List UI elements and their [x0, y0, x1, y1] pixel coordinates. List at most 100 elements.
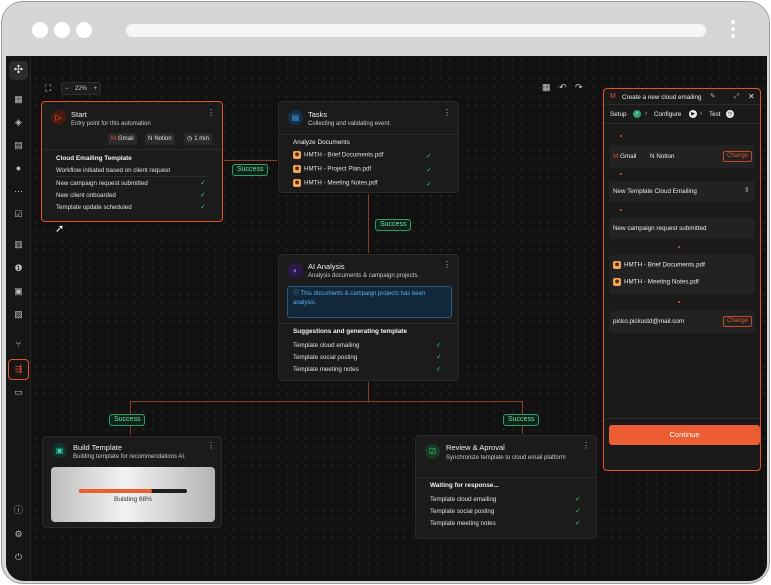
clipboard-check-icon: ☑ [425, 444, 440, 459]
logo-icon[interactable]: ✣ [9, 61, 28, 80]
notion-chip: N Notion [650, 153, 675, 160]
email-value: picko.pickostd@mail.com [613, 318, 685, 325]
section-heading: Suggestions and generating template [293, 328, 407, 335]
divider [416, 477, 596, 478]
node-menu-icon[interactable]: ⋮ [582, 442, 590, 450]
duration-tag: ◷ 1 min [184, 133, 212, 145]
browser-chrome [2, 2, 769, 56]
trigger-field[interactable]: New campaign request submitted [609, 218, 755, 239]
node-subtitle: Analysis documents & campaign projects. [308, 273, 420, 279]
step-setup[interactable]: Setup [610, 111, 626, 118]
start-node[interactable]: ▷ Start Entry point for this automation … [41, 101, 223, 222]
step-dot [620, 209, 622, 211]
notion-icon: N [148, 136, 153, 142]
progress-track [79, 489, 187, 493]
file-item: ⬢ HMTH - Brief Documents.pdf [293, 151, 384, 159]
node-subtitle: Collecting and validating event. [308, 121, 392, 127]
workflow-icon[interactable]: ⇶ [8, 359, 29, 380]
list-item: Template meeting notes [293, 366, 359, 373]
step-test[interactable]: Test [709, 111, 721, 118]
check-icon: ✓ [426, 167, 432, 174]
close-icon[interactable]: ✕ [748, 92, 755, 101]
zoom-out-button[interactable]: − [65, 86, 69, 92]
app-selector[interactable]: M Gmail N Notion Change [609, 145, 755, 168]
check-icon: ✓ [436, 366, 442, 373]
success-badge: Success [503, 414, 540, 426]
success-badge: Success [232, 164, 269, 176]
browser-menu-icon[interactable] [731, 20, 735, 40]
section-heading: Analyze Documents [293, 139, 350, 146]
info-icon: ⓘ [293, 291, 301, 297]
info-icon[interactable]: ⓘ [12, 504, 25, 517]
connector [223, 160, 278, 161]
template-select[interactable]: New Template Cloud Emailing ⇕ [609, 181, 755, 202]
zoom-level: 22% [74, 85, 87, 92]
cursor-icon: ➚ [55, 223, 65, 235]
workflow-canvas[interactable]: ⛶ − 22% + ▦ ↶ ↷ Success Success Success … [31, 56, 767, 581]
continue-button[interactable]: Continue [609, 425, 760, 445]
tasks-node[interactable]: ▤ Tasks Collecting and validating event.… [278, 101, 459, 193]
build-template-node[interactable]: ▣ Build Template Building template for r… [42, 436, 222, 528]
window-dot[interactable] [54, 22, 70, 38]
step-dot [678, 246, 680, 248]
section-heading: Cloud Emailing Template [56, 155, 132, 162]
step-configure[interactable]: Configure [654, 111, 681, 118]
list-item: Template update scheduled [56, 204, 132, 211]
node-menu-icon[interactable]: ⋮ [443, 261, 451, 269]
power-icon[interactable]: ⏻ [12, 551, 25, 564]
zoom-control[interactable]: − 22% + [61, 82, 101, 95]
check-icon: ✓ [575, 508, 581, 515]
file-item: ⬢ HMTH - Meeting Notes.pdf [293, 179, 378, 187]
grid-icon[interactable]: ▦ [542, 82, 551, 93]
node-title: Tasks [308, 110, 328, 119]
fullscreen-icon[interactable]: ⛶ [45, 83, 51, 94]
progress-fill [79, 489, 153, 493]
tasks-icon: ▤ [288, 110, 303, 125]
pdf-icon: ⬢ [293, 151, 301, 159]
node-subtitle: Synchronize template to cloud email plat… [446, 455, 566, 461]
sidebar: ✣ ▦ ◈ ▤ ● ⋯ ☑ ▥ ❶ ▣ ▨ ⑂ ⇶ ▭ ⓘ ⚙ ⏻ [6, 56, 31, 581]
play-icon: ▶ [689, 110, 697, 118]
node-menu-icon[interactable]: ⋮ [207, 109, 215, 117]
window-dot[interactable] [32, 22, 48, 38]
edit-icon[interactable]: ✎ [710, 93, 715, 100]
change-email-button[interactable]: Change [723, 316, 753, 327]
review-node[interactable]: ☑ Review & Aproval Synchronize template … [415, 435, 597, 539]
progress-label: Building 68% [114, 496, 152, 503]
expand-icon[interactable]: ⤢ [734, 93, 739, 101]
redo-icon[interactable]: ↷ [575, 82, 583, 93]
list-item: New campaign request submitted [56, 180, 148, 187]
email-field[interactable]: picko.pickostd@mail.com Change [609, 311, 755, 333]
node-subtitle: Entry point for this automation [71, 121, 151, 127]
clipboard-icon[interactable]: ▣ [12, 285, 25, 298]
ai-analysis-node[interactable]: ◐ AI Analysis Analysis documents & campa… [278, 254, 459, 381]
change-apps-button[interactable]: Change [723, 151, 753, 162]
more-icon[interactable]: ⋯ [12, 185, 25, 198]
undo-icon[interactable]: ↶ [559, 82, 567, 93]
node-menu-icon[interactable]: ⋮ [207, 442, 215, 450]
dashboard-icon[interactable]: ▦ [12, 93, 25, 106]
chevron-right-icon: › [645, 110, 648, 117]
checklist-icon[interactable]: ☑ [12, 208, 25, 221]
file-list[interactable]: ⬢ HMTH - Brief Documents.pdf ⬢ HMTH - Meet… [609, 255, 755, 294]
settings-icon[interactable]: ⚙ [12, 528, 25, 541]
zoom-in-button[interactable]: + [93, 86, 97, 92]
divider [604, 418, 760, 419]
branch-icon[interactable]: ⑂ [12, 338, 25, 351]
node-title: AI Analysis [308, 262, 345, 271]
analytics-icon[interactable]: ▥ [12, 238, 25, 251]
window-dot[interactable] [76, 22, 92, 38]
file-item: ⬢ HMTH - Meeting Notes.pdf [613, 278, 699, 286]
terminal-icon[interactable]: ▭ [12, 386, 25, 399]
layers-icon[interactable]: ◈ [12, 116, 25, 129]
check-icon: ✓ [426, 181, 432, 188]
document-icon[interactable]: ▤ [12, 139, 25, 152]
select-arrows-icon: ⇕ [744, 187, 750, 194]
alert-icon[interactable]: ❶ [12, 262, 25, 275]
address-bar[interactable] [126, 24, 706, 37]
node-menu-icon[interactable]: ⋮ [443, 109, 451, 117]
check-icon: ✓ [200, 192, 206, 199]
user-icon[interactable]: ● [12, 162, 25, 175]
step-dot [620, 173, 622, 175]
image-icon[interactable]: ▨ [12, 308, 25, 321]
